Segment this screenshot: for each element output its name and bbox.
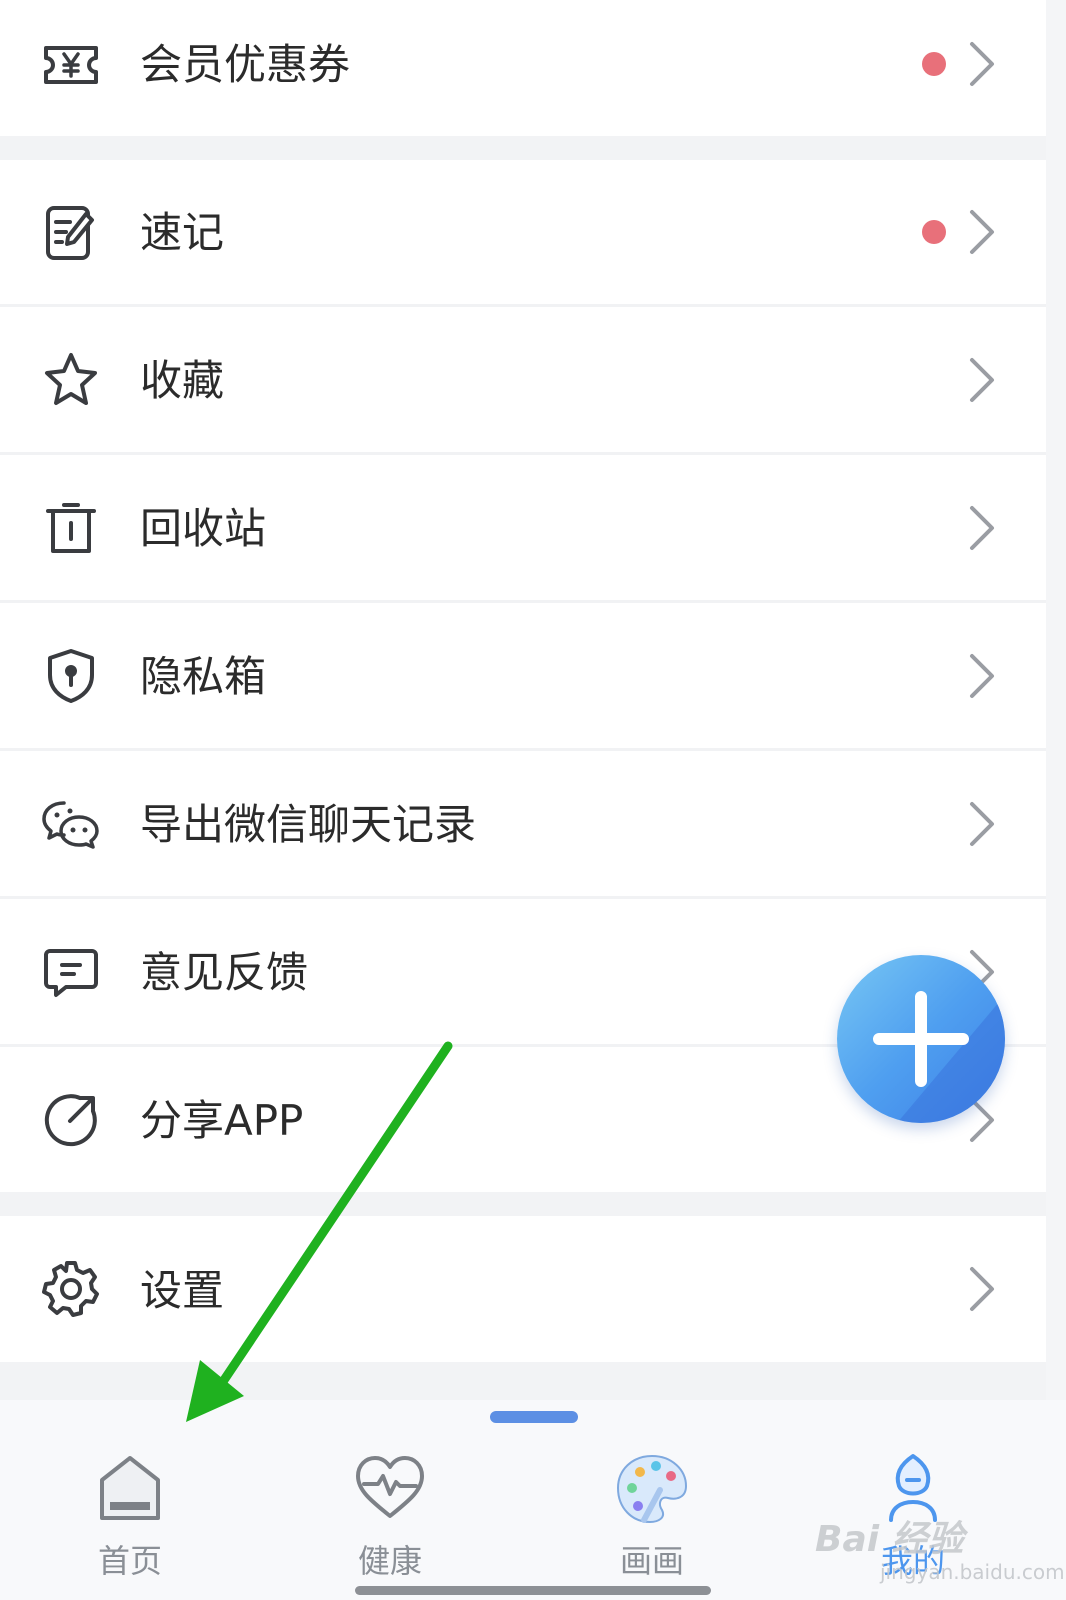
- annotation-arrow: [186, 1041, 453, 1422]
